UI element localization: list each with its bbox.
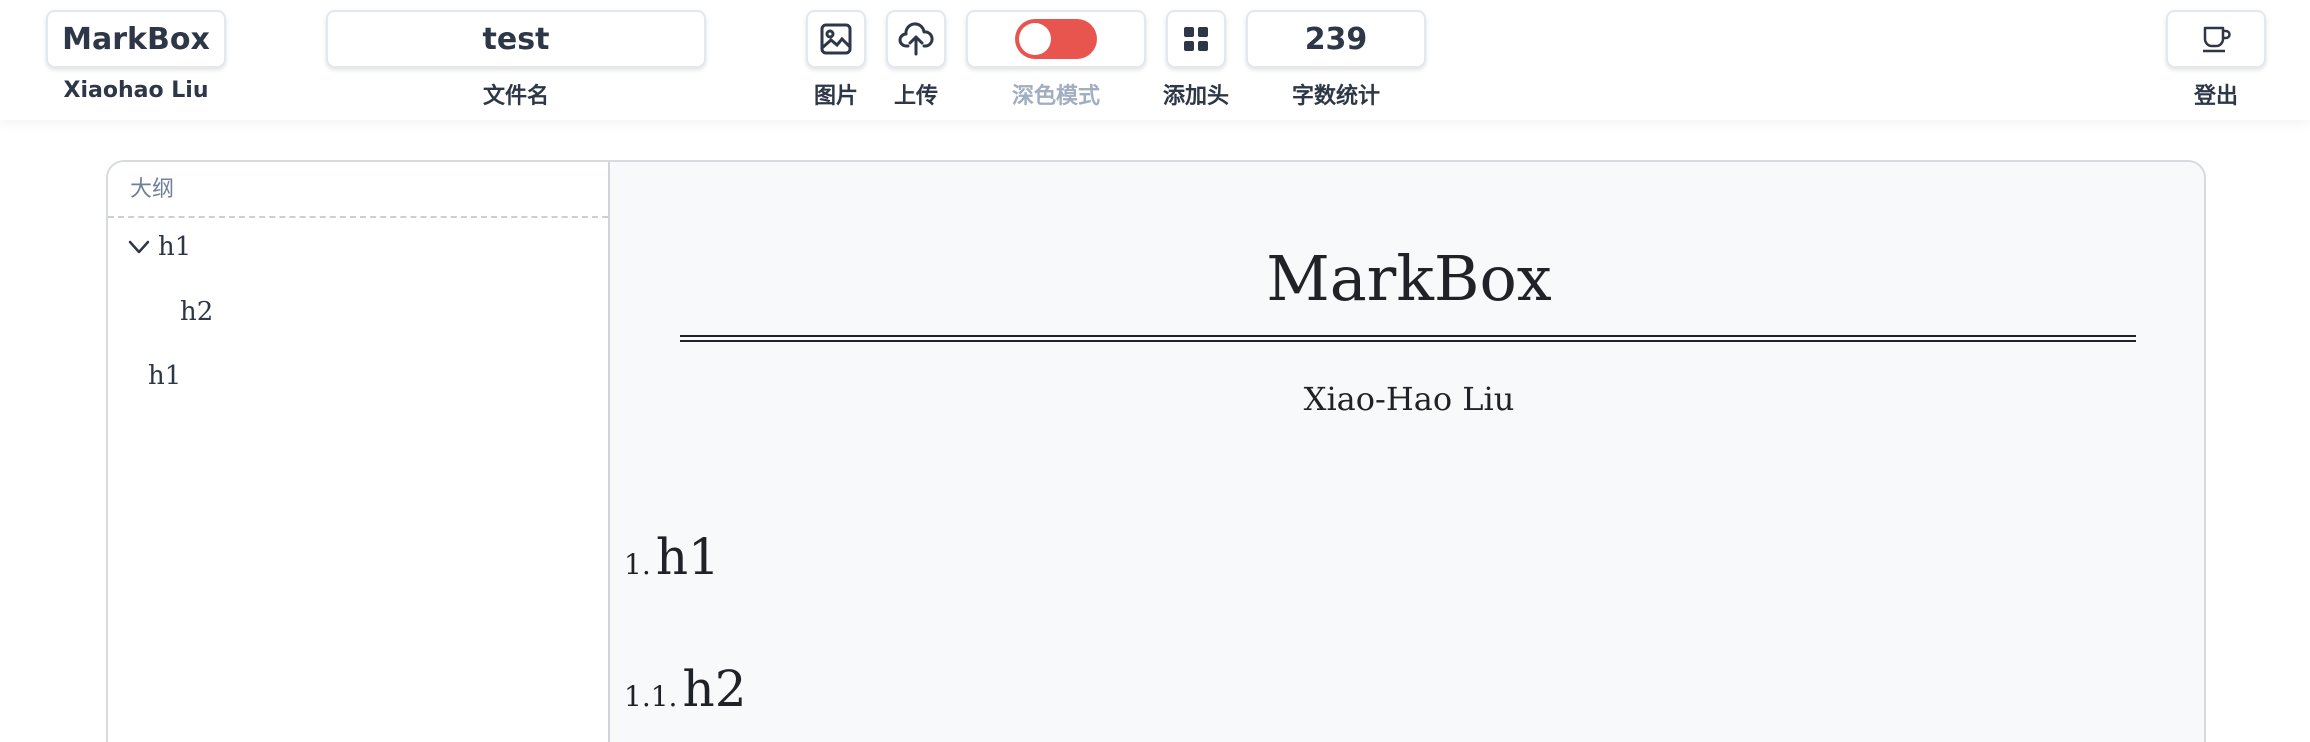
word-count-label: 字数统计: [1291, 84, 1380, 109]
upload-button[interactable]: [886, 10, 946, 68]
filename-field[interactable]: test: [326, 10, 706, 68]
toggle-knob: [1019, 23, 1051, 55]
title-double-rule: [680, 335, 2136, 342]
grid-icon: [1183, 26, 1209, 52]
image-label: 图片: [813, 84, 858, 109]
logout-button[interactable]: [2166, 10, 2266, 68]
editor-panel: 大纲 h1 h2 h1 MarkBox Xiao-Hao Liu 1. h1 1…: [106, 160, 2206, 742]
filename-value: test: [482, 21, 550, 57]
brand-title: MarkBox: [62, 21, 210, 57]
outline-item-h1[interactable]: h1: [158, 232, 191, 262]
upload-label: 上传: [893, 84, 938, 109]
logout-label: 登出: [2193, 84, 2238, 109]
top-toolbar: MarkBox Xiaohao Liu test 文件名 图片 上传 深色模式 …: [0, 0, 2310, 120]
user-name: Xiaohao Liu: [63, 78, 209, 103]
word-count-value: 239: [1304, 21, 1368, 57]
heading-text: h1: [655, 528, 720, 586]
dark-mode-label: 深色模式: [1011, 84, 1100, 109]
heading-number: 1.: [624, 548, 651, 581]
markdown-preview: MarkBox Xiao-Hao Liu 1. h1 1.1. h2: [612, 162, 2204, 742]
outline-item-h2[interactable]: h2: [180, 297, 213, 327]
image-button[interactable]: [806, 10, 866, 68]
add-header-button[interactable]: [1166, 10, 1226, 68]
heading-number: 1.1.: [624, 680, 678, 713]
cup-icon: [2200, 24, 2232, 54]
document-author: Xiao-Hao Liu: [1303, 380, 1515, 418]
dark-mode-toggle[interactable]: [1015, 19, 1097, 59]
image-icon: [819, 22, 853, 56]
document-title: MarkBox: [1266, 242, 1552, 315]
filename-label: 文件名: [482, 84, 549, 109]
heading-h1: 1. h1: [624, 528, 720, 586]
dark-mode-box: [966, 10, 1146, 68]
outline-title: 大纲: [108, 162, 608, 218]
brand-button[interactable]: MarkBox: [46, 10, 226, 68]
heading-h2: 1.1. h2: [624, 660, 747, 718]
cloud-upload-icon: [898, 22, 934, 56]
chevron-down-icon[interactable]: [128, 240, 150, 259]
add-header-label: 添加头: [1162, 84, 1229, 109]
heading-text: h2: [682, 660, 747, 718]
outline-sidebar: 大纲 h1 h2 h1: [108, 162, 610, 742]
outline-item-h1-second[interactable]: h1: [148, 361, 181, 391]
word-count-box[interactable]: 239: [1246, 10, 1426, 68]
